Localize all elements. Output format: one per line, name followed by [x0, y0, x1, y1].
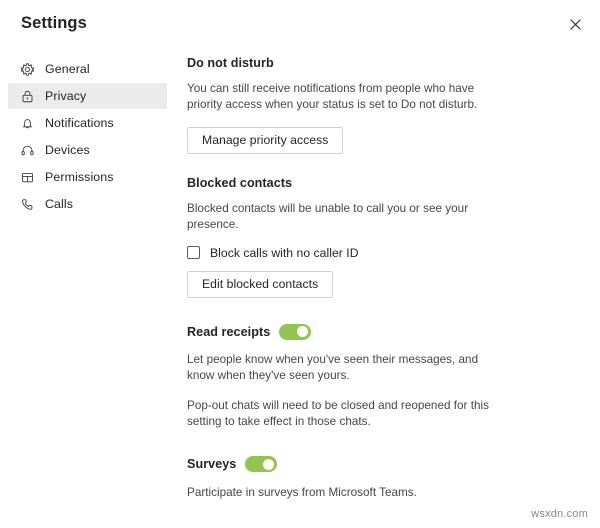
toggle-knob	[297, 326, 309, 338]
section-heading-blocked-contacts: Blocked contacts	[187, 176, 293, 191]
section-blocked-contacts: Blocked contacts Blocked contacts will b…	[187, 176, 580, 298]
page-title: Settings	[21, 14, 87, 32]
surveys-toggle[interactable]	[245, 456, 278, 473]
sidebar-item-notifications[interactable]: Notifications	[8, 110, 167, 136]
sidebar-item-label: Calls	[45, 196, 74, 211]
manage-priority-access-button[interactable]: Manage priority access	[187, 127, 344, 155]
section-heading-surveys: Surveys	[187, 457, 237, 472]
bell-icon	[19, 115, 36, 132]
gear-icon	[19, 61, 36, 78]
checkbox-label: Block calls with no caller ID	[210, 245, 359, 260]
headset-icon	[19, 142, 36, 159]
section-description-do-not-disturb: You can still receive notifications from…	[187, 82, 478, 112]
section-read-receipts: Read receipts Let people know when you'v…	[187, 323, 580, 431]
sidebar-item-devices[interactable]: Devices	[8, 137, 167, 163]
sidebar-item-permissions[interactable]: Permissions	[8, 164, 167, 190]
sidebar-item-label: Permissions	[45, 169, 114, 184]
block-calls-no-caller-id-checkbox[interactable]: Block calls with no caller ID	[187, 246, 580, 260]
lock-icon	[19, 88, 36, 105]
read-receipts-toggle[interactable]	[279, 323, 312, 340]
edit-blocked-contacts-button[interactable]: Edit blocked contacts	[187, 270, 334, 298]
settings-sidebar: General Privacy Notifications Devices Pe…	[0, 46, 175, 528]
dialog-header: Settings	[0, 0, 600, 46]
sidebar-item-label: Devices	[45, 142, 90, 157]
sidebar-item-calls[interactable]: Calls	[8, 191, 167, 217]
settings-content: Do not disturb You can still receive not…	[175, 46, 600, 528]
dialog-body: General Privacy Notifications Devices Pe…	[0, 46, 600, 528]
section-surveys: Surveys Participate in surveys from Micr…	[187, 456, 580, 501]
section-heading-read-receipts: Read receipts	[187, 324, 271, 339]
section-description-blocked-contacts: Blocked contacts will be unable to call …	[187, 202, 469, 232]
permissions-icon	[19, 169, 36, 186]
section-heading-do-not-disturb: Do not disturb	[187, 56, 274, 70]
settings-dialog: Settings General Privacy Notifications D…	[0, 0, 600, 528]
sidebar-item-label: Privacy	[45, 88, 87, 103]
toggle-knob	[263, 458, 275, 470]
watermark: wsxdn.com	[531, 508, 588, 520]
sidebar-item-general[interactable]: General	[8, 56, 167, 82]
sidebar-item-privacy[interactable]: Privacy	[8, 83, 167, 109]
checkbox-box-icon	[187, 246, 200, 260]
read-receipts-description-2: Pop-out chats will need to be closed and…	[187, 398, 489, 429]
read-receipts-description-1: Let people know when you've seen their m…	[187, 352, 479, 382]
sidebar-item-label: General	[45, 61, 90, 76]
close-icon	[569, 18, 581, 30]
close-button[interactable]	[560, 10, 590, 38]
phone-icon	[19, 196, 36, 213]
section-do-not-disturb: Do not disturb You can still receive not…	[187, 56, 580, 155]
sidebar-item-label: Notifications	[45, 115, 114, 130]
surveys-description: Participate in surveys from Microsoft Te…	[187, 486, 417, 500]
